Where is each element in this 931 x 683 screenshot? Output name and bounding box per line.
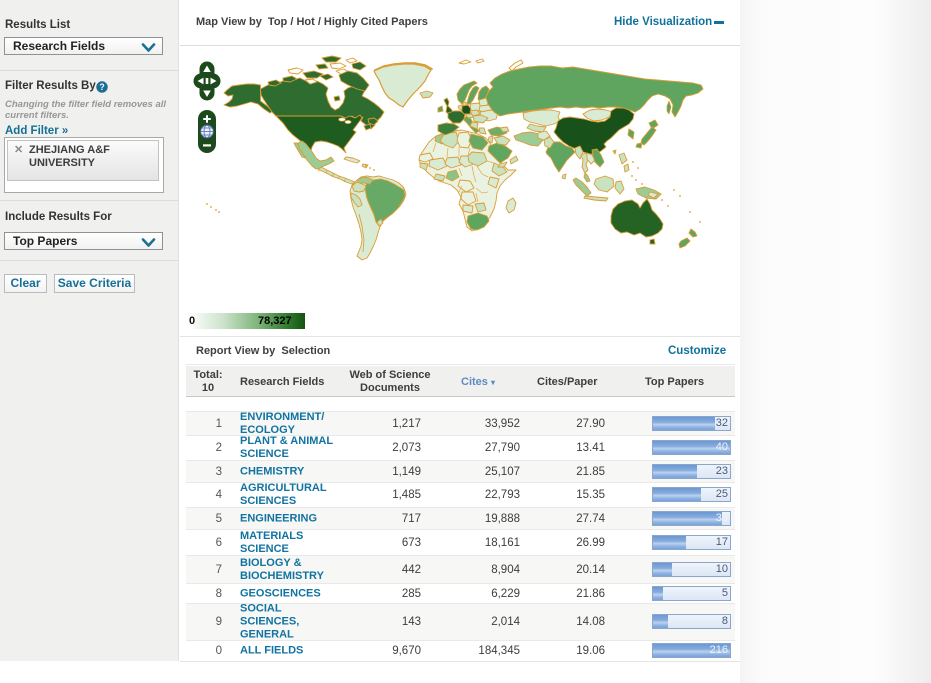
svg-text:?: ? [99,82,104,92]
